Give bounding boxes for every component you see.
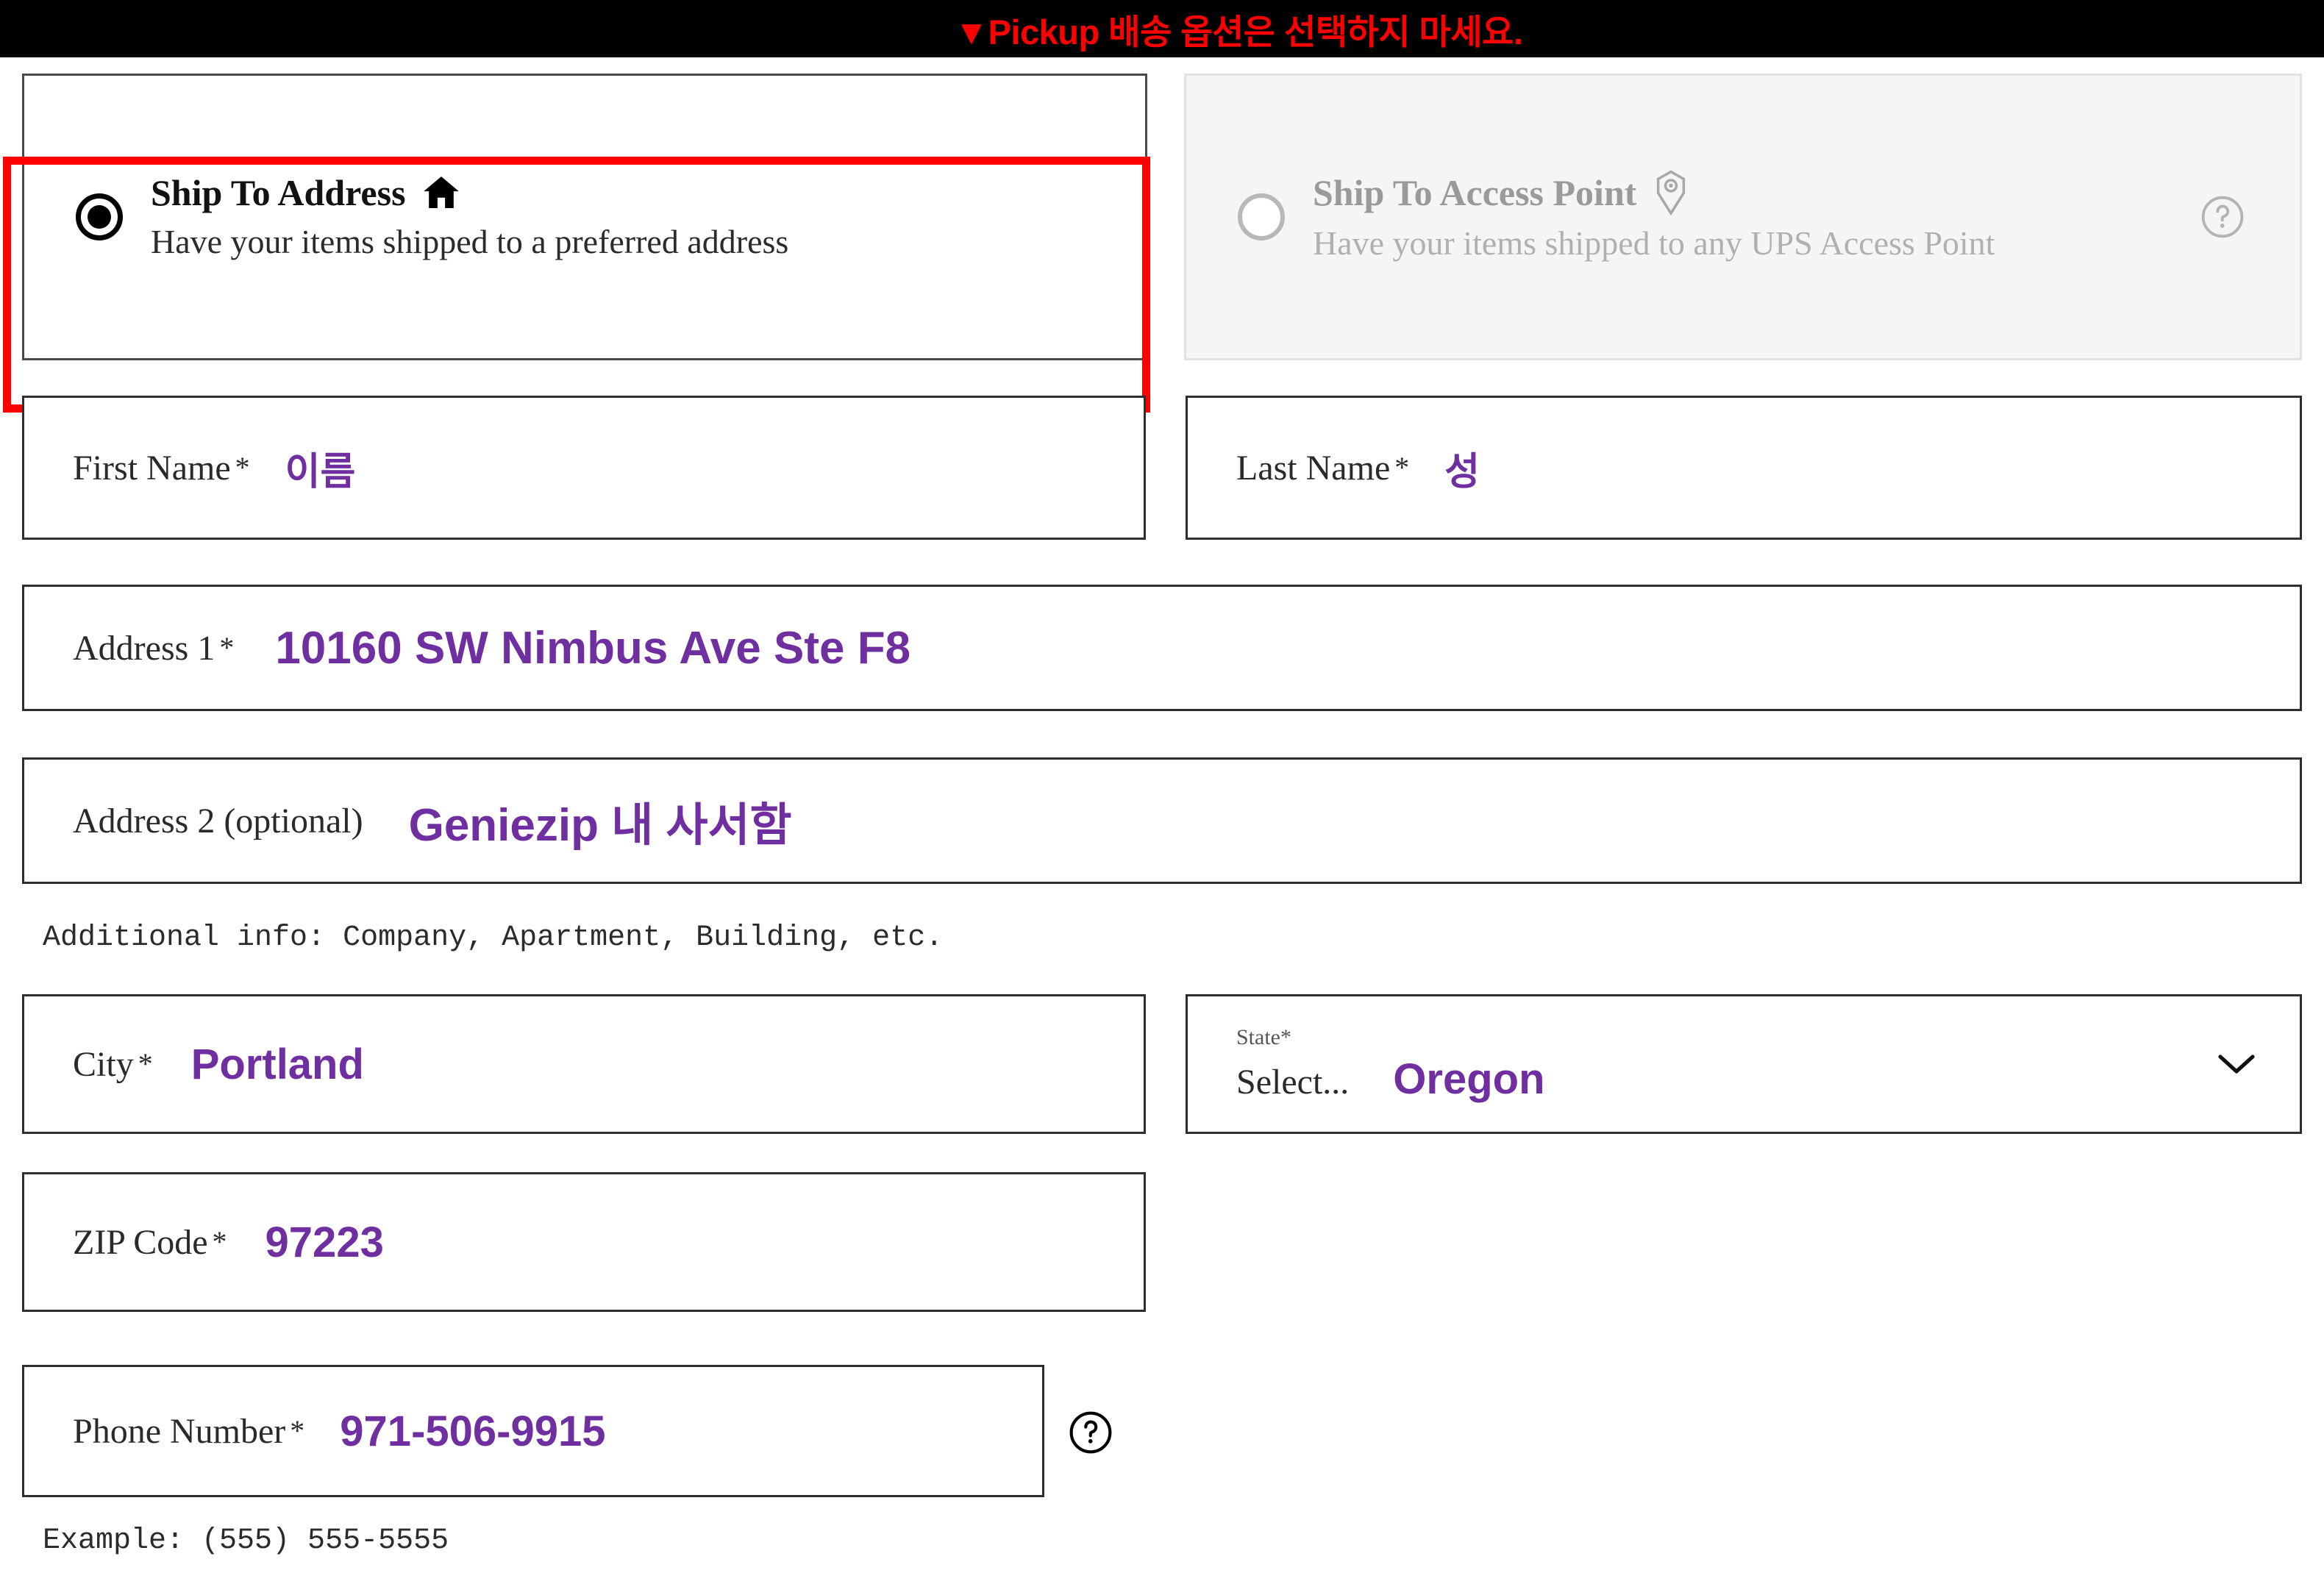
address2-annotation: Geniezip 내 사서함 [408, 800, 792, 851]
first-name-label: First Name * [73, 448, 250, 488]
phone-number-label: Phone Number * [73, 1411, 305, 1451]
shipping-option-title: Ship To Access Point [1313, 171, 1637, 213]
state-value-row: Select... Oregon [1236, 1055, 2300, 1104]
shipping-option-title-row: Ship To Address [151, 171, 1145, 214]
state-placeholder: Select... [1236, 1062, 1350, 1102]
warning-banner: ▼Pickup 배송 옵션은 선택하지 마세요. [0, 0, 2324, 57]
state-label: State* [1236, 1024, 1291, 1049]
city-field[interactable]: City * Portland [22, 994, 1146, 1134]
phone-helper-text: Example: (555) 555-5555 [43, 1524, 449, 1557]
radio-ship-to-address-control[interactable] [76, 193, 123, 240]
address1-field[interactable]: Address 1 * 10160 SW Nimbus Ave Ste F8 [22, 585, 2302, 711]
first-name-field[interactable]: First Name * 이름 [22, 396, 1146, 540]
chevron-down-icon[interactable] [2217, 1052, 2256, 1076]
last-name-field[interactable]: Last Name * 성 [1186, 396, 2302, 540]
shipping-options-row: Ship To Address Have your items shipped … [0, 74, 2324, 413]
first-name-annotation: 이름 [285, 450, 356, 493]
shipping-option-title: Ship To Address [151, 171, 406, 213]
shipping-option-ship-to-access-point-body: Ship To Access Point Have your items shi… [1313, 170, 2185, 264]
last-name-annotation: 성 [1444, 450, 1480, 493]
phone-number-annotation: 971-506-9915 [340, 1407, 606, 1455]
radio-ship-to-address[interactable] [76, 193, 123, 240]
radio-selected-dot [88, 205, 111, 229]
shipping-option-ship-to-address-body: Ship To Address Have your items shipped … [151, 171, 1145, 263]
address2-label: Address 2 (optional) [73, 801, 363, 841]
warning-banner-text: ▼Pickup 배송 옵션은 선택하지 마세요. [954, 12, 1523, 51]
state-select[interactable]: State* Select... Oregon [1186, 994, 2302, 1134]
zip-code-annotation: 97223 [265, 1218, 384, 1266]
phone-question-circle-icon[interactable] [1068, 1410, 1113, 1455]
phone-number-field[interactable]: Phone Number * 971-506-9915 [22, 1365, 1044, 1497]
zip-code-field[interactable]: ZIP Code * 97223 [22, 1172, 1146, 1312]
map-pin-icon [1651, 170, 1691, 215]
radio-ship-to-access-point[interactable] [1238, 193, 1285, 240]
home-icon [421, 172, 462, 213]
city-annotation: Portland [190, 1040, 364, 1088]
shipping-option-ship-to-address[interactable]: Ship To Address Have your items shipped … [22, 74, 1147, 360]
address2-helper-text: Additional info: Company, Apartment, Bui… [43, 921, 944, 955]
state-select-inner: State* Select... Oregon [1188, 996, 2300, 1132]
last-name-label: Last Name * [1236, 448, 1410, 488]
city-label: City * [73, 1044, 153, 1084]
shipping-option-ship-to-access-point[interactable]: Ship To Access Point Have your items shi… [1184, 74, 2302, 360]
shipping-option-title-row: Ship To Access Point [1313, 170, 2185, 215]
shipping-option-description: Have your items shipped to any UPS Acces… [1313, 224, 1995, 262]
address1-label: Address 1 * [73, 628, 235, 668]
radio-ship-to-access-point-control[interactable] [1238, 193, 1285, 240]
address1-annotation: 10160 SW Nimbus Ave Ste F8 [275, 622, 911, 674]
address2-field[interactable]: Address 2 (optional) Geniezip 내 사서함 [22, 757, 2302, 884]
shipping-option-description: Have your items shipped to a preferred a… [151, 222, 789, 260]
question-circle-icon[interactable] [2200, 194, 2245, 240]
state-annotation: Oregon [1393, 1055, 1545, 1103]
zip-code-label: ZIP Code * [73, 1222, 227, 1262]
